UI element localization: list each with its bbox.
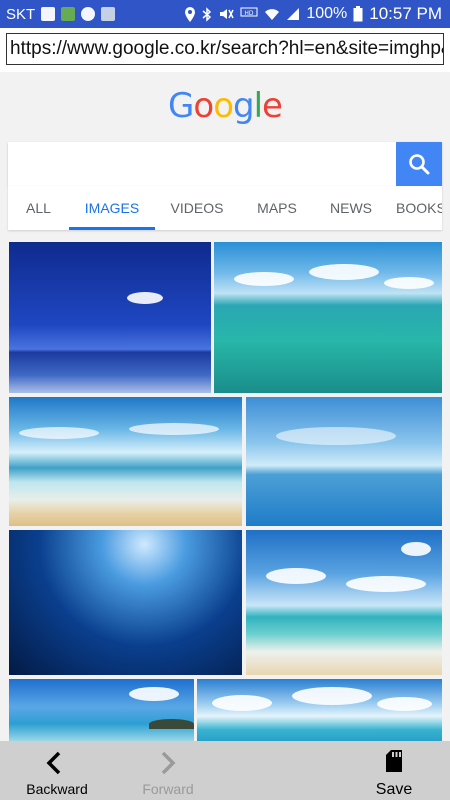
- google-logo: Google: [0, 86, 450, 126]
- mute-icon: [220, 9, 234, 19]
- url-input[interactable]: https://www.google.co.kr/search?hl=en&si…: [6, 33, 444, 65]
- search-tabs: ALL IMAGES VIDEOS MAPS NEWS BOOKS: [8, 186, 442, 230]
- signal-icon: [287, 8, 300, 20]
- chevron-right-icon: [161, 751, 176, 775]
- tab-videos[interactable]: VIDEOS: [158, 186, 236, 230]
- save-button[interactable]: Save: [362, 741, 426, 800]
- backward-button[interactable]: Backward: [14, 741, 100, 800]
- search-bar: [8, 142, 442, 186]
- search-icon: [409, 154, 430, 175]
- forward-button[interactable]: Forward: [128, 741, 208, 800]
- image-result[interactable]: [9, 397, 242, 526]
- tab-maps[interactable]: MAPS: [238, 186, 316, 230]
- search-input[interactable]: [8, 142, 396, 186]
- tab-images[interactable]: IMAGES: [69, 186, 155, 230]
- search-button[interactable]: [396, 142, 442, 186]
- tab-books[interactable]: BOOKS: [396, 186, 442, 230]
- logo-letter: G: [168, 86, 194, 126]
- image-result[interactable]: [9, 242, 211, 393]
- chevron-left-icon: [46, 751, 61, 775]
- gallery-icon: [61, 7, 76, 21]
- bottom-toolbar: Backward Forward Save: [0, 741, 450, 800]
- logo-letter: o: [213, 86, 234, 126]
- logo-letter: l: [253, 86, 264, 126]
- logo-letter: o: [193, 86, 214, 126]
- tab-news[interactable]: NEWS: [316, 186, 386, 230]
- clock: 10:57 PM: [369, 4, 442, 23]
- logo-letter: e: [262, 86, 283, 126]
- image-result[interactable]: [197, 679, 442, 741]
- forward-label: Forward: [142, 781, 194, 797]
- address-bar-container: https://www.google.co.kr/search?hl=en&si…: [0, 28, 450, 72]
- volte-icon: HD: [240, 7, 258, 17]
- clipboard-icon: [101, 7, 116, 21]
- carrier-label: SKT: [6, 5, 36, 23]
- image-result[interactable]: [246, 397, 442, 526]
- bluetooth-icon: [202, 6, 212, 22]
- status-bar: SKT HD 100% 10:57 PM: [0, 0, 450, 28]
- location-icon: [185, 6, 196, 22]
- tab-all[interactable]: ALL: [8, 186, 69, 230]
- image-result[interactable]: [9, 530, 242, 675]
- image-result[interactable]: [246, 530, 442, 675]
- logo-letter: g: [233, 86, 255, 126]
- image-result[interactable]: [214, 242, 442, 393]
- w-app-icon: [81, 7, 96, 21]
- image-result[interactable]: [9, 679, 194, 741]
- save-label: Save: [375, 781, 413, 798]
- wifi-icon: [265, 9, 280, 20]
- battery-percent: 100%: [306, 5, 348, 22]
- backward-label: Backward: [26, 781, 88, 797]
- svg-text:HD: HD: [245, 10, 255, 17]
- sd-card-icon: [386, 750, 402, 772]
- battery-icon: [353, 6, 363, 22]
- image-icon: [41, 7, 56, 21]
